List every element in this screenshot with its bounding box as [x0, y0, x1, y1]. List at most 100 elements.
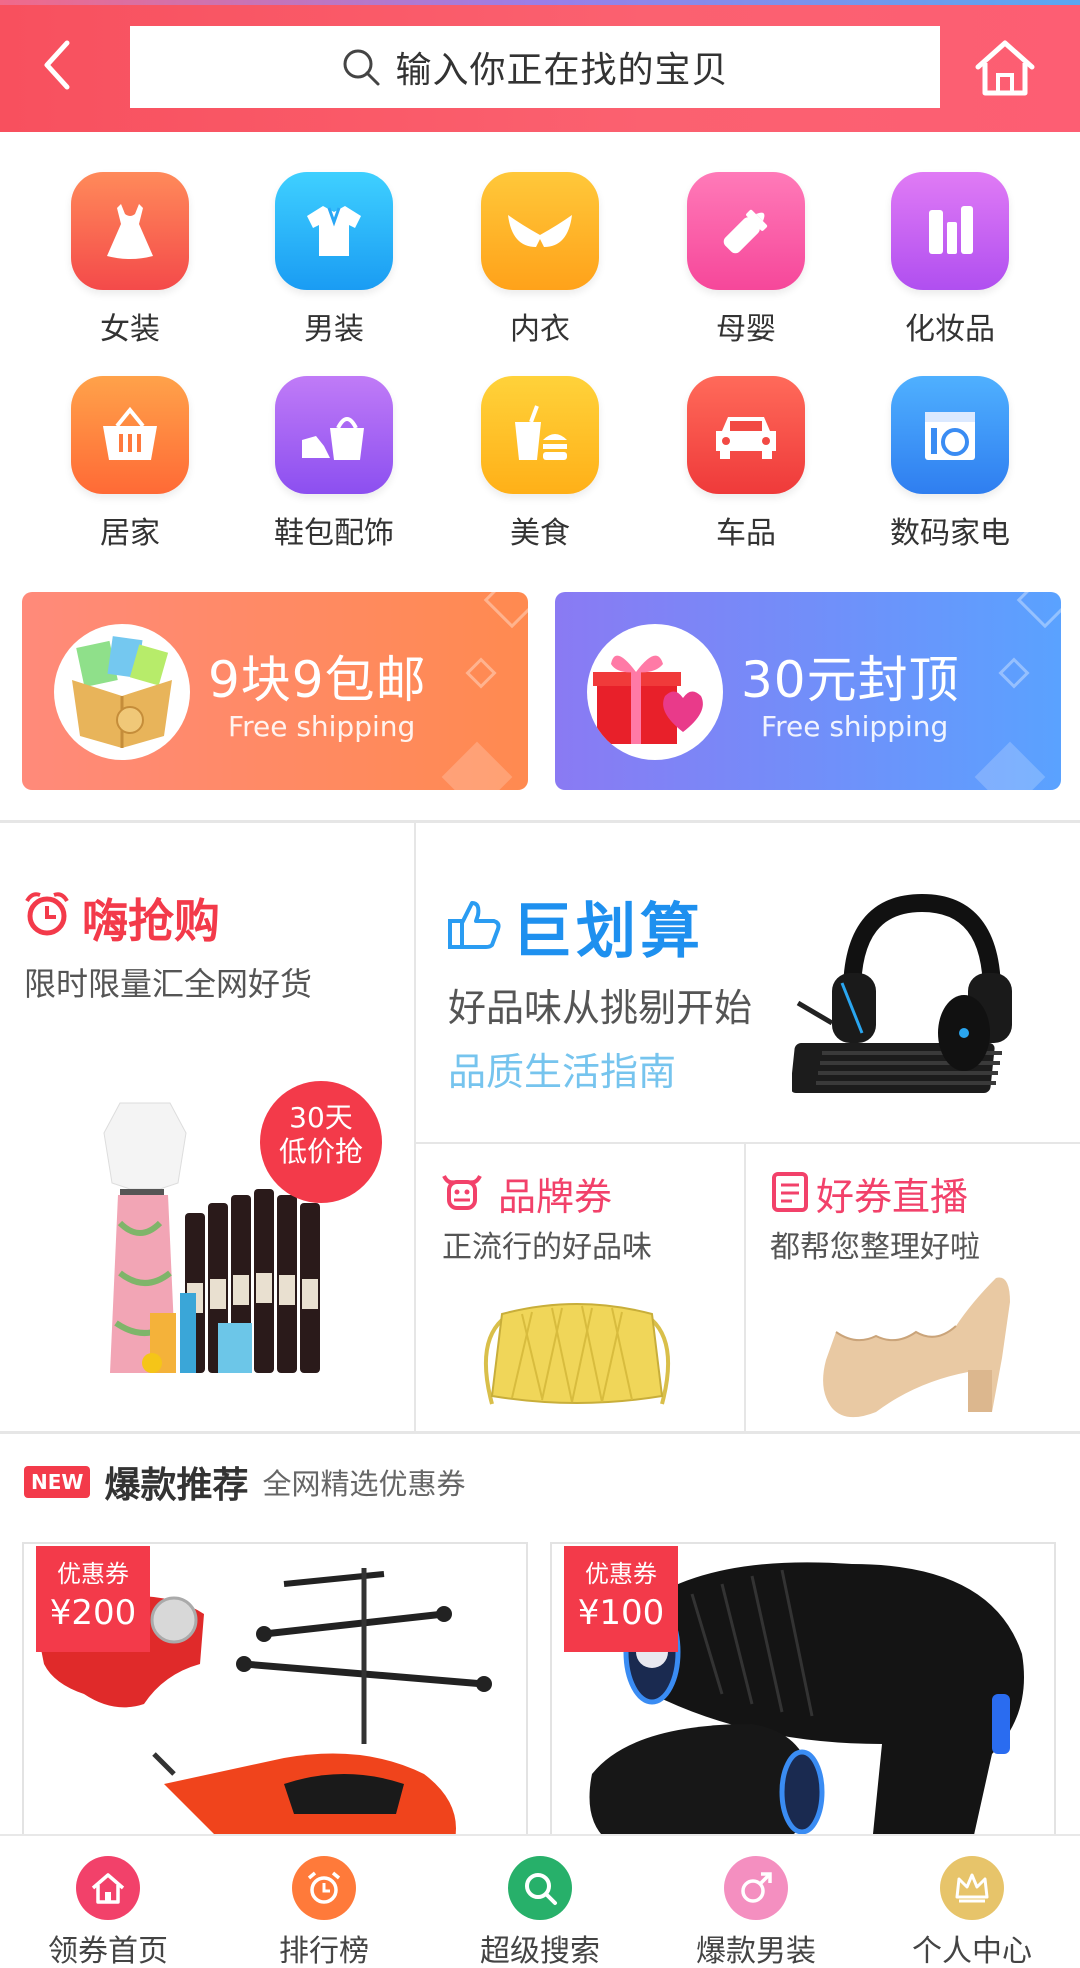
- promo-title: 30元封顶: [741, 651, 960, 709]
- cow-icon: [442, 1175, 482, 1210]
- brand-coupon-title: 品牌券: [498, 1175, 613, 1219]
- category-home[interactable]: 居家: [50, 376, 210, 552]
- promo-subtitle: Free shipping: [761, 710, 949, 743]
- handbag-image: [483, 1303, 671, 1405]
- search-icon: [508, 1856, 572, 1920]
- section-divider: [0, 1431, 1080, 1434]
- alarm-clock-icon: [292, 1856, 356, 1920]
- food-icon: [481, 376, 599, 494]
- coupon-value: ¥200: [49, 1593, 137, 1633]
- promo-banner-9-9[interactable]: 9块9包邮 Free shipping: [22, 592, 528, 790]
- baby-bottle-icon: [687, 172, 805, 290]
- home-icon: [975, 40, 1035, 96]
- back-button[interactable]: [22, 30, 92, 100]
- diamond-decoration: [441, 741, 513, 790]
- diamond-decoration: [483, 592, 528, 629]
- nav-label: 爆款男装: [696, 1934, 816, 1968]
- bargain-title: 巨划算: [512, 897, 704, 967]
- nav-profile[interactable]: 个人中心: [864, 1836, 1080, 1968]
- male-icon: [724, 1856, 788, 1920]
- category-car[interactable]: 车品: [666, 376, 826, 552]
- gift-box-image: [54, 624, 190, 760]
- basket-icon: [71, 376, 189, 494]
- alarm-clock-icon: [25, 892, 69, 936]
- live-coupon-subtitle: 都帮您整理好啦: [770, 1230, 980, 1265]
- category-shoes-bags[interactable]: 鞋包配饰: [254, 376, 414, 552]
- crown-icon: [940, 1856, 1004, 1920]
- bargain-card[interactable]: 巨划算 好品味从挑剔开始 品质生活指南: [416, 823, 1080, 1142]
- new-badge: NEW: [24, 1466, 91, 1498]
- search-placeholder: 输入你正在找的宝贝: [395, 50, 729, 91]
- home-button[interactable]: [965, 28, 1045, 108]
- hot-title: 爆款推荐: [104, 1465, 249, 1506]
- diamond-decoration: [1016, 592, 1061, 629]
- category-label: 居家: [100, 516, 160, 551]
- shoe-bag-icon: [275, 376, 393, 494]
- bottom-nav: 领券首页 排行榜 超级搜索 爆款男装 个人中心: [0, 1834, 1080, 1968]
- category-food[interactable]: 美食: [460, 376, 620, 552]
- bargain-subtitle: 好品味从挑剔开始: [448, 986, 753, 1030]
- search-input[interactable]: 输入你正在找的宝贝: [130, 26, 940, 108]
- category-label: 内衣: [510, 312, 570, 347]
- category-label: 美食: [510, 516, 570, 551]
- hot-section-header: NEW 爆款推荐 全网精选优惠券: [24, 1456, 466, 1508]
- category-label: 鞋包配饰: [274, 516, 394, 551]
- category-label: 数码家电: [890, 516, 1010, 551]
- flash-sale-subtitle: 限时限量汇全网好货: [24, 965, 313, 1003]
- flash-sale-title: 嗨抢购: [82, 894, 220, 948]
- header-accent-line: [0, 0, 1080, 5]
- nav-label: 个人中心: [912, 1934, 1032, 1968]
- gift-heart-image: [587, 624, 723, 760]
- category-underwear[interactable]: 内衣: [460, 172, 620, 348]
- category-label: 男装: [304, 312, 364, 347]
- hot-subtitle: 全网精选优惠券: [262, 1467, 466, 1501]
- coupon-value: ¥100: [577, 1593, 665, 1633]
- coupon-label: 优惠券: [57, 1560, 129, 1588]
- category-women[interactable]: 女装: [50, 172, 210, 348]
- nav-ranking[interactable]: 排行榜: [216, 1836, 432, 1968]
- diamond-decoration: [465, 657, 497, 689]
- category-men[interactable]: 男装: [254, 172, 414, 348]
- nav-label: 超级搜索: [480, 1934, 600, 1968]
- category-label: 女装: [100, 312, 160, 347]
- nav-label: 排行榜: [279, 1934, 369, 1968]
- category-cosmetics[interactable]: 化妆品: [870, 172, 1030, 348]
- live-coupon-card[interactable]: 好券直播 都帮您整理好啦: [746, 1144, 1080, 1431]
- promo-title: 9块9包邮: [208, 651, 427, 709]
- search-icon: [343, 49, 380, 86]
- diamond-decoration: [974, 741, 1046, 790]
- coupon-tag: 优惠券 ¥100: [564, 1546, 678, 1652]
- header: 输入你正在找的宝贝: [0, 0, 1080, 132]
- badge-line: 低价抢: [278, 1135, 363, 1168]
- car-icon: [687, 376, 805, 494]
- cosmetics-icon: [891, 172, 1009, 290]
- bargain-tagline: 品质生活指南: [448, 1050, 677, 1094]
- dress-icon: [71, 172, 189, 290]
- product-card[interactable]: 优惠券 ¥200: [22, 1542, 528, 1842]
- nav-menswear[interactable]: 爆款男装: [648, 1836, 864, 1968]
- diamond-decoration: [998, 657, 1030, 689]
- coupon-tag: 优惠券 ¥200: [36, 1546, 150, 1652]
- bra-icon: [481, 172, 599, 290]
- shirt-icon: [275, 172, 393, 290]
- chevron-left-icon: [44, 40, 70, 90]
- brand-coupon-card[interactable]: 品牌券 正流行的好品味: [416, 1144, 744, 1431]
- live-coupon-title: 好券直播: [816, 1175, 969, 1219]
- gaming-headset-image: [792, 893, 1012, 1093]
- category-label: 母婴: [716, 312, 776, 347]
- promo-banner-30[interactable]: 30元封顶 Free shipping: [555, 592, 1061, 790]
- home-icon: [76, 1856, 140, 1920]
- flash-sale-card[interactable]: 嗨抢购 限时限量汇全网好货 30天 低价抢: [0, 823, 414, 1431]
- nav-search[interactable]: 超级搜索: [432, 1836, 648, 1968]
- list-icon: [772, 1172, 808, 1212]
- category-digital[interactable]: 数码家电: [870, 376, 1030, 552]
- low-price-badge: 30天 低价抢: [260, 1081, 382, 1203]
- coupon-label: 优惠券: [585, 1560, 657, 1588]
- promo-subtitle: Free shipping: [228, 710, 416, 743]
- nav-home[interactable]: 领券首页: [0, 1836, 216, 1968]
- category-label: 化妆品: [905, 312, 995, 347]
- thumbs-up-icon: [448, 901, 501, 949]
- product-card[interactable]: 优惠券 ¥100: [550, 1542, 1056, 1842]
- appliance-icon: [891, 376, 1009, 494]
- category-baby[interactable]: 母婴: [666, 172, 826, 348]
